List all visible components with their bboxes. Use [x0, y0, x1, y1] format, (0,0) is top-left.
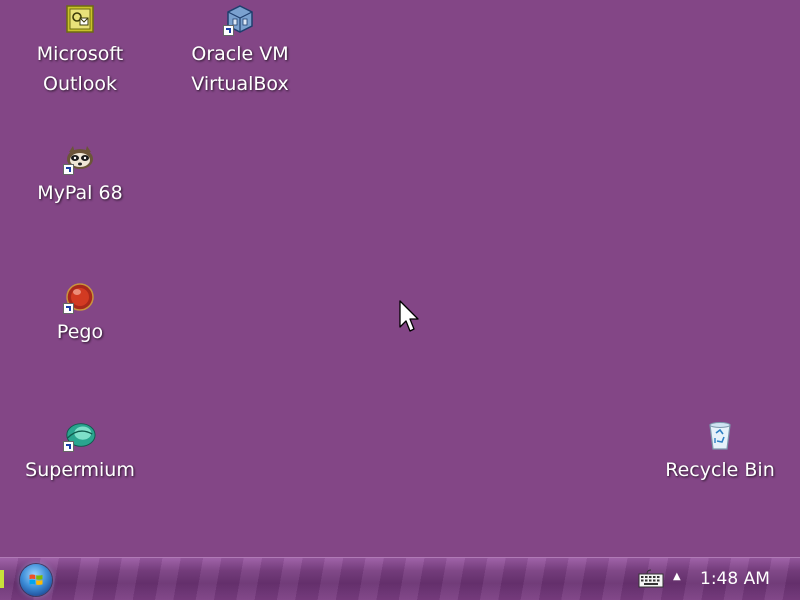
recycle-bin-icon: [704, 419, 736, 451]
on-screen-keyboard-icon[interactable]: [638, 569, 664, 589]
taskbar-clock[interactable]: 1:48 AM: [700, 569, 770, 589]
desktop-icon-label: Microsoft Outlook: [36, 43, 124, 95]
desktop-icon-virtualbox[interactable]: Oracle VM VirtualBox: [180, 3, 300, 99]
start-button[interactable]: [20, 564, 52, 596]
desktop-icon-label: MyPal 68: [37, 182, 123, 204]
desktop-icon-mypal[interactable]: MyPal 68: [20, 142, 140, 208]
desktop-icon-pego[interactable]: Pego: [20, 281, 140, 347]
desktop-icon-label: Supermium: [25, 459, 135, 481]
desktop-icon-label: Oracle VM VirtualBox: [191, 43, 289, 95]
desktop[interactable]: Microsoft Outlook Oracle VM VirtualBox M…: [0, 0, 800, 557]
outlook-icon: [64, 3, 96, 35]
taskbar-edge: [0, 570, 4, 588]
supermium-icon: [63, 419, 96, 452]
virtualbox-icon: [223, 3, 256, 36]
desktop-icon-label: Recycle Bin: [665, 459, 775, 481]
pego-icon: [63, 281, 96, 314]
shortcut-arrow-icon: [223, 25, 234, 36]
mypal-icon: [63, 142, 96, 175]
shortcut-arrow-icon: [63, 441, 74, 452]
desktop-icon-supermium[interactable]: Supermium: [20, 419, 140, 485]
desktop-icon-outlook[interactable]: Microsoft Outlook: [20, 3, 140, 99]
desktop-icon-recycle-bin[interactable]: Recycle Bin: [660, 419, 780, 485]
show-hidden-icons-button[interactable]: ▲: [673, 571, 681, 582]
shortcut-arrow-icon: [63, 164, 74, 175]
shortcut-arrow-icon: [63, 303, 74, 314]
windows-logo-icon: [29, 574, 43, 585]
taskbar: ▲ 1:48 AM: [0, 557, 800, 600]
desktop-icon-label: Pego: [56, 321, 104, 343]
